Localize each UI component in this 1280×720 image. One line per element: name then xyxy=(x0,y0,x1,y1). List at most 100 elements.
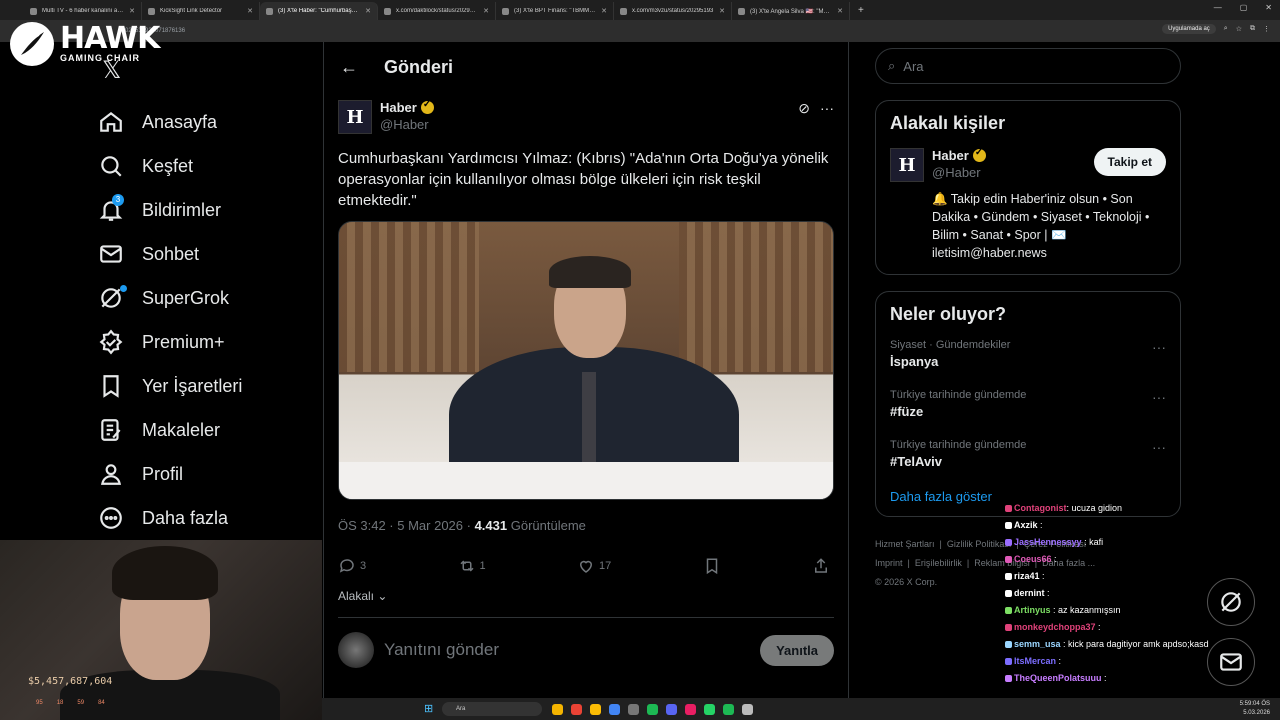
system-clock[interactable]: 5:59:04 ÖS 5.03.2026 xyxy=(1240,700,1270,718)
maximize-button[interactable]: ▢ xyxy=(1240,3,1248,12)
nav-item-yer-i-aretleri[interactable]: Yer İşaretleri xyxy=(98,364,318,408)
nav-item-anasayfa[interactable]: Anasayfa xyxy=(98,100,318,144)
more-options-icon[interactable]: ··· xyxy=(1152,339,1166,355)
follow-button[interactable]: Takip et xyxy=(1093,148,1166,176)
nav-item-bildirimler[interactable]: 3 Bildirimler xyxy=(98,188,318,232)
nav-item-sohbet[interactable]: Sohbet xyxy=(98,232,318,276)
chat-username[interactable]: Contagonist xyxy=(1014,503,1067,513)
browser-tab[interactable]: (3) X'te Angela Silva 🇺🇸: "Muers ✕ xyxy=(732,2,850,20)
tab-close-icon[interactable]: ✕ xyxy=(601,7,607,15)
nav-item-premium-[interactable]: Premium+ xyxy=(98,320,318,364)
person-row[interactable]: H Haber @Haber Takip et xyxy=(890,147,1166,182)
browser-tab[interactable]: Multi TV - 6 haber kanalını aynı ✕ xyxy=(24,2,142,20)
chat-text: : xyxy=(1056,656,1062,666)
tab-close-icon[interactable]: ✕ xyxy=(247,7,253,15)
whatsapp-icon[interactable] xyxy=(704,703,715,715)
nav-item-makaleler[interactable]: Makaleler xyxy=(98,408,318,452)
search-icon: ⌕ xyxy=(888,58,896,73)
share-button[interactable] xyxy=(812,557,830,575)
nav-item-label: Makaleler xyxy=(142,419,221,440)
author-handle[interactable]: @Haber xyxy=(380,117,434,132)
zoom-icon[interactable]: ⌕ xyxy=(1224,25,1228,33)
tab-close-icon[interactable]: ✕ xyxy=(837,7,843,15)
spotify-icon[interactable] xyxy=(647,703,658,715)
tab-close-icon[interactable]: ✕ xyxy=(483,7,489,15)
browser-tab[interactable]: x.com/m3vzu/status/20295193 ✕ xyxy=(614,2,732,20)
taskbar-search[interactable]: Ara xyxy=(442,702,542,716)
chat-username[interactable]: riza41 xyxy=(1014,571,1040,581)
folder-icon[interactable] xyxy=(552,703,563,715)
reply-submit-button[interactable]: Yanıtla xyxy=(760,634,834,666)
chat-username[interactable]: Artinyus xyxy=(1014,605,1051,615)
chat-username[interactable]: TheQueenPolatsuuu xyxy=(1014,673,1102,683)
nav-item-daha-fazla[interactable]: Daha fazla xyxy=(98,496,318,540)
user-avatar[interactable] xyxy=(338,632,374,668)
post-image[interactable] xyxy=(338,221,834,500)
app-icon[interactable] xyxy=(685,703,696,715)
files-icon[interactable] xyxy=(590,703,601,715)
menu-icon[interactable]: ⋮ xyxy=(1263,25,1270,33)
grok-icon[interactable]: ⊘ xyxy=(798,100,810,117)
tab-close-icon[interactable]: ✕ xyxy=(129,7,135,15)
footer-link[interactable]: Hizmet Şartları xyxy=(875,539,935,549)
nav-item-supergrok[interactable]: SuperGrok xyxy=(98,276,318,320)
app-icon[interactable] xyxy=(742,703,753,715)
back-arrow-icon[interactable]: ← xyxy=(340,57,358,78)
person-name[interactable]: Haber xyxy=(932,148,969,163)
chat-username[interactable]: Coeus66 xyxy=(1014,554,1052,564)
browser-tab[interactable]: x.com/daktilock/status/2029533 ✕ xyxy=(378,2,496,20)
browser-tab[interactable]: (3) X'te Haber: "Cumhurbaşkanı ✕ xyxy=(260,2,378,20)
edge-icon[interactable] xyxy=(609,703,620,715)
minimize-button[interactable]: — xyxy=(1214,3,1222,12)
reply-button[interactable]: 3 xyxy=(338,557,366,575)
author-avatar[interactable]: H xyxy=(338,100,372,134)
like-button[interactable]: 17 xyxy=(577,557,611,575)
trend-topic: İspanya xyxy=(890,354,939,369)
more-options-icon[interactable]: ··· xyxy=(1152,439,1166,455)
trend-item[interactable]: Türkiye tarihinde gündemde #TelAviv ··· xyxy=(890,439,1166,469)
more-options-icon[interactable]: ··· xyxy=(1152,389,1166,405)
post-time[interactable]: ÖS 3:42 · 5 Mar 2026 · xyxy=(338,518,475,533)
chat-username[interactable]: JassHennessyy xyxy=(1014,537,1082,547)
chat-username[interactable]: ItsMercan xyxy=(1014,656,1056,666)
chat-username[interactable]: Axzik xyxy=(1014,520,1038,530)
new-tab-button[interactable]: + xyxy=(850,5,872,16)
nav-item-ke-fet[interactable]: Keşfet xyxy=(98,144,318,188)
windows-start-icon[interactable]: ⊞ xyxy=(424,702,433,715)
trends-title: Neler oluyor? xyxy=(890,304,1007,324)
author-name[interactable]: Haber xyxy=(380,100,417,115)
trend-item[interactable]: Türkiye tarihinde gündemde #füze ··· xyxy=(890,389,1166,419)
chat-username[interactable]: monkeydchoppa37 xyxy=(1014,622,1096,632)
nav-item-label: Profil xyxy=(142,463,184,484)
footer-link[interactable]: Erişilebilirlik xyxy=(915,558,962,568)
person-handle: @Haber xyxy=(932,165,981,180)
repost-button[interactable]: 1 xyxy=(458,557,486,575)
person-avatar[interactable]: H xyxy=(890,148,924,182)
nav-item-profil[interactable]: Profil xyxy=(98,452,318,496)
app-icon[interactable] xyxy=(628,703,639,715)
spotify-icon[interactable] xyxy=(723,703,734,715)
search-input[interactable]: ⌕ Ara xyxy=(875,48,1181,84)
tab-close-icon[interactable]: ✕ xyxy=(719,7,725,15)
star-icon[interactable]: ☆ xyxy=(1236,25,1242,33)
chat-username[interactable]: semm_usa xyxy=(1014,639,1061,649)
bookmark-button[interactable] xyxy=(703,557,721,575)
chrome-icon[interactable] xyxy=(571,703,582,715)
related-dropdown[interactable]: Alakalı ⌄ xyxy=(338,589,834,603)
more-options-icon[interactable]: ··· xyxy=(820,100,834,117)
browser-tab[interactable]: (3) X'te BPT Finans: "TBMM Pla ✕ xyxy=(496,2,614,20)
reply-count: 3 xyxy=(360,560,367,572)
close-window-button[interactable]: ✕ xyxy=(1265,3,1272,12)
footer-link[interactable]: Imprint xyxy=(875,558,903,568)
footer-link[interactable]: Gizlilik Politikası xyxy=(947,539,1012,549)
tab-close-icon[interactable]: ✕ xyxy=(365,7,371,15)
reply-input[interactable]: Yanıtını gönder xyxy=(384,640,750,660)
profile-icon xyxy=(101,464,121,485)
open-in-app-button[interactable]: Uygulamada aç xyxy=(1162,24,1216,34)
windows-taskbar: ⊞ Ara 5:59:04 ÖS 5.03.2026 xyxy=(322,698,1280,720)
extensions-icon[interactable]: ⧉ xyxy=(1250,25,1255,33)
trend-item[interactable]: Siyaset · Gündemdekiler İspanya ··· xyxy=(890,339,1166,369)
chat-username[interactable]: dernint xyxy=(1014,588,1045,598)
browser-tab[interactable]: KickSight Link Detector ✕ xyxy=(142,2,260,20)
discord-icon[interactable] xyxy=(666,703,677,715)
